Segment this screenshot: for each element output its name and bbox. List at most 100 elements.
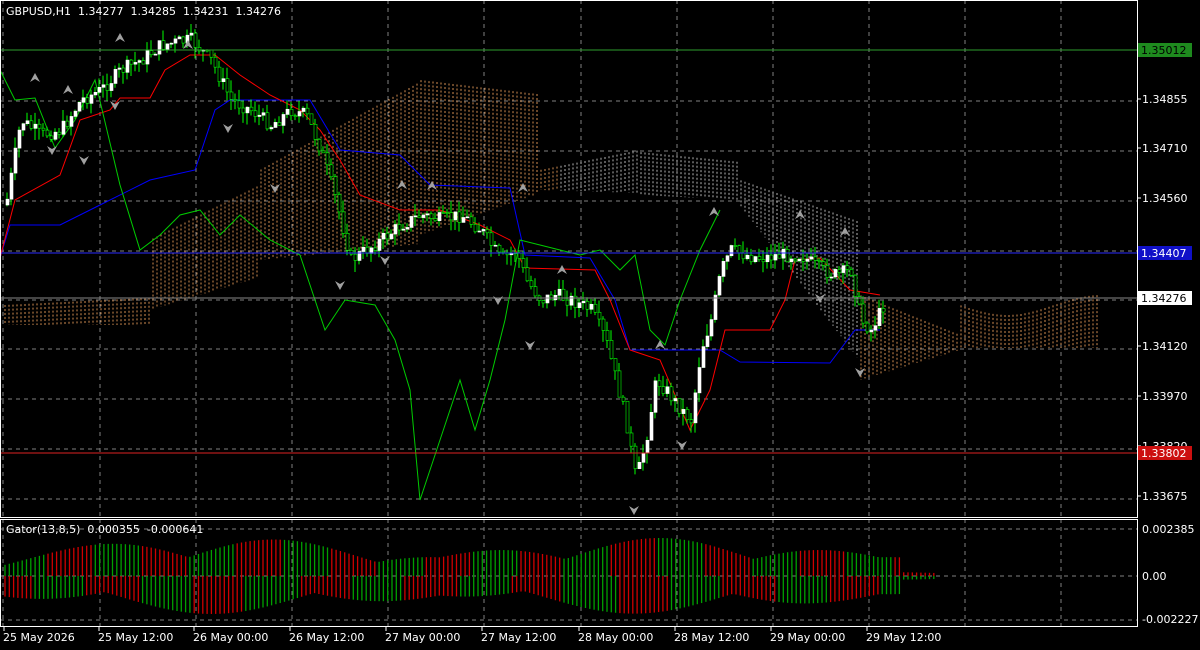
- candle-body: [597, 311, 602, 320]
- candle-body: [13, 147, 18, 174]
- price-tick-label: 1.34710: [1142, 142, 1188, 155]
- candle-body: [217, 66, 222, 82]
- candle-body: [633, 445, 638, 469]
- candle-body: [177, 36, 182, 40]
- candle-body: [33, 123, 38, 129]
- candle-body: [149, 50, 154, 56]
- high-value: 1.34285: [130, 5, 176, 18]
- candle-body: [61, 120, 66, 135]
- candle-body: [21, 123, 26, 131]
- candle-body: [69, 116, 74, 127]
- candle-body: [317, 139, 322, 152]
- price-level-label: 1.35012: [1141, 44, 1187, 57]
- candle-body: [497, 244, 502, 253]
- candle-body: [181, 36, 186, 44]
- time-tick-label: 27 May 12:00: [481, 631, 556, 644]
- candle-body: [673, 398, 678, 402]
- candle-body: [401, 228, 406, 231]
- candle-body: [485, 229, 490, 234]
- candle-body: [329, 164, 334, 178]
- time-tick-label: 25 May 12:00: [98, 631, 173, 644]
- candle-body: [533, 286, 538, 297]
- candle-body: [445, 212, 450, 214]
- candle-body: [713, 294, 718, 320]
- candle-body: [777, 254, 782, 259]
- candle-body: [613, 358, 618, 372]
- indicator-name: Gator(13,8,5): [6, 523, 81, 536]
- candle-body: [281, 114, 286, 126]
- time-tick-label: 26 May 00:00: [193, 631, 268, 644]
- candle-body: [145, 50, 150, 65]
- candle-body: [825, 265, 830, 278]
- candle-body: [305, 107, 310, 115]
- candle-body: [345, 233, 350, 251]
- candle-body: [441, 212, 446, 214]
- candle-body: [405, 227, 410, 230]
- candle-body: [593, 303, 598, 313]
- candle-body: [737, 245, 742, 254]
- time-tick-label: 27 May 00:00: [385, 631, 460, 644]
- candle-body: [881, 308, 886, 313]
- candle-body: [421, 214, 426, 218]
- candle-body: [517, 252, 522, 259]
- candle-body: [9, 172, 14, 200]
- candle-body: [841, 265, 846, 273]
- candle-body: [489, 232, 494, 246]
- candle-body: [5, 198, 10, 206]
- candle-body: [665, 386, 670, 394]
- candle-body: [249, 106, 254, 112]
- candle-body: [837, 269, 842, 273]
- symbol-info: GBPUSD,H1 1.34277 1.34285 1.34231 1.3427…: [6, 5, 281, 18]
- indicator-tick-label: 0.00: [1142, 570, 1167, 583]
- candle-body: [725, 255, 730, 262]
- candle-body: [213, 56, 218, 68]
- candle-body: [117, 67, 122, 70]
- candle-body: [657, 380, 662, 387]
- candle-body: [97, 87, 102, 93]
- candle-body: [845, 265, 850, 270]
- candle-body: [793, 258, 798, 262]
- candle-body: [17, 129, 22, 149]
- candle-body: [769, 254, 774, 261]
- price-chart[interactable]: 1.34855 1.34710 1.34560 1.34120 1.33970 1.338…: [0, 0, 1200, 650]
- candle-body: [669, 386, 674, 402]
- candle-body: [813, 256, 818, 261]
- indicator-value-2: -0.000641: [146, 523, 204, 536]
- candle-body: [169, 42, 174, 45]
- candle-body: [289, 108, 294, 117]
- candle-body: [209, 49, 214, 58]
- candle-body: [745, 254, 750, 260]
- candle-body: [429, 213, 434, 219]
- candle-body: [41, 127, 46, 131]
- indicator-info: Gator(13,8,5) 0.000355 -0.000641: [6, 523, 203, 536]
- candle-body: [361, 246, 366, 252]
- time-tick-label: 28 May 12:00: [674, 631, 749, 644]
- candle-body: [469, 216, 474, 225]
- candle-body: [381, 232, 386, 240]
- candle-body: [709, 319, 714, 337]
- candle-body: [93, 92, 98, 96]
- candle-body: [101, 84, 106, 88]
- candle-body: [693, 392, 698, 424]
- candle-body: [309, 113, 314, 125]
- candle-body: [121, 67, 126, 73]
- price-level-label: 1.34276: [1141, 292, 1187, 305]
- candle-body: [457, 211, 462, 223]
- candle-body: [873, 325, 878, 331]
- candle-body: [161, 40, 166, 50]
- candle-body: [341, 211, 346, 234]
- time-tick-label: 26 May 12:00: [289, 631, 364, 644]
- candle-body: [629, 432, 634, 447]
- candle-body: [113, 69, 118, 84]
- indicator-tick-label: -0.002227: [1142, 613, 1198, 626]
- candle-body: [789, 258, 794, 263]
- candle-body: [297, 111, 302, 117]
- candle-body: [449, 212, 454, 221]
- candle-body: [277, 122, 282, 126]
- candle-body: [29, 120, 34, 129]
- candle-body: [761, 259, 766, 263]
- candle-body: [833, 269, 838, 278]
- indicator-tick-label: 0.002385: [1142, 523, 1195, 536]
- candle-body: [425, 213, 430, 216]
- candle-body: [549, 294, 554, 301]
